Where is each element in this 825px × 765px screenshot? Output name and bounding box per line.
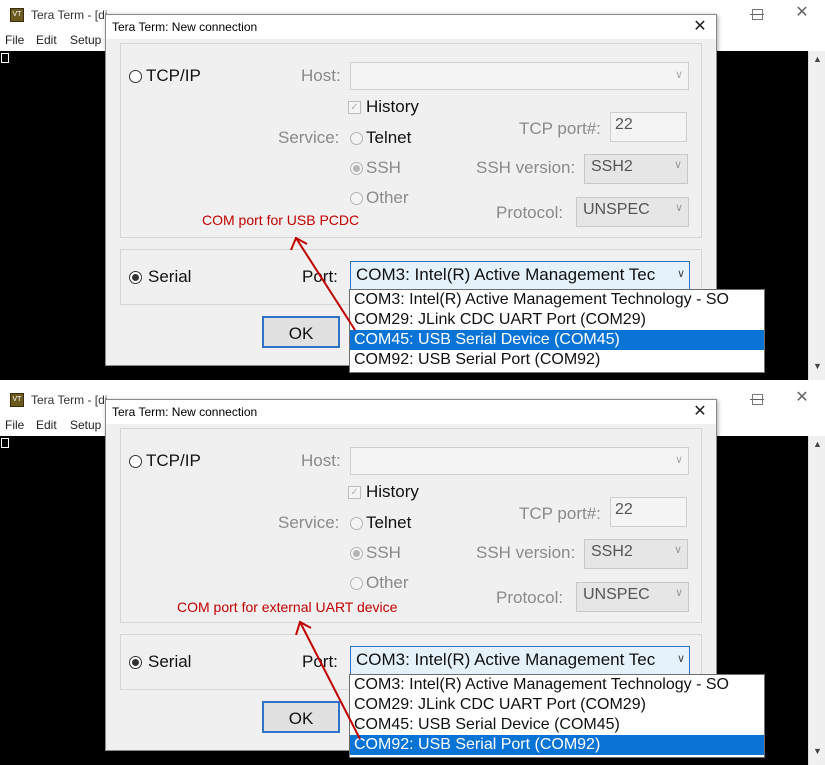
- terminal-scrollbar[interactable]: ▲ ▼: [808, 436, 825, 765]
- terminal-scrollbar[interactable]: ▲ ▼: [808, 51, 825, 380]
- ssh-version-label: SSH version:: [476, 158, 576, 177]
- host-label: Host:: [301, 451, 341, 470]
- port-select[interactable]: COM3: Intel(R) Active Management Tec ∨: [350, 261, 690, 290]
- bg-window-title: Tera Term - [di: [31, 393, 108, 407]
- ssh-radio[interactable]: [350, 547, 363, 560]
- dialog-titlebar: Tera Term: New connection ✕: [106, 15, 716, 39]
- ssh-version-select[interactable]: SSH2 ∨: [584, 154, 688, 184]
- close-icon[interactable]: ✕: [792, 387, 812, 409]
- annotation-label: COM port for USB PCDC: [202, 212, 360, 228]
- port-option[interactable]: COM3: Intel(R) Active Management Technol…: [350, 290, 764, 310]
- host-label: Host:: [301, 66, 341, 85]
- chevron-down-icon: ∨: [674, 587, 683, 599]
- chevron-down-icon: ∨: [674, 267, 685, 280]
- telnet-radio[interactable]: [350, 517, 363, 530]
- close-icon[interactable]: ✕: [792, 2, 812, 24]
- maximize-icon[interactable]: [752, 9, 763, 20]
- ssh-version-label: SSH version:: [476, 543, 576, 562]
- tcpip-label: TCP/IP: [146, 451, 201, 470]
- history-checkbox[interactable]: ✓: [348, 101, 361, 114]
- ssh-label: SSH: [366, 543, 401, 562]
- history-checkbox[interactable]: ✓: [348, 486, 361, 499]
- chevron-down-icon: ∨: [673, 544, 682, 556]
- service-label: Service:: [278, 513, 340, 532]
- chevron-down-icon: ∨: [674, 202, 683, 214]
- port-label: Port:: [302, 267, 338, 286]
- port-option[interactable]: COM29: JLink CDC UART Port (COM29): [350, 695, 764, 715]
- protocol-select[interactable]: UNSPEC ∨: [576, 582, 689, 612]
- terminal-cursor: [1, 438, 9, 448]
- port-option[interactable]: COM29: JLink CDC UART Port (COM29): [350, 310, 764, 330]
- menu-file[interactable]: File: [5, 418, 24, 432]
- panel-top: VT Tera Term - [di — ✕ File Edit Setup ▲…: [0, 0, 825, 380]
- host-combo[interactable]: ∨: [350, 62, 689, 90]
- protocol-select[interactable]: UNSPEC ∨: [576, 197, 689, 227]
- port-option[interactable]: COM92: USB Serial Port (COM92): [350, 350, 764, 370]
- port-select[interactable]: COM3: Intel(R) Active Management Tec ∨: [350, 646, 690, 675]
- ok-button[interactable]: OK: [262, 701, 340, 733]
- tcpip-radio[interactable]: [129, 70, 142, 83]
- tcpip-label: TCP/IP: [146, 66, 201, 85]
- chevron-down-icon: ∨: [674, 652, 685, 665]
- tcp-port-field[interactable]: 22: [610, 497, 687, 527]
- telnet-label: Telnet: [366, 128, 412, 147]
- menu-setup[interactable]: Setup: [70, 418, 101, 432]
- dialog-titlebar: Tera Term: New connection ✕: [106, 400, 716, 424]
- serial-label: Serial: [148, 652, 192, 671]
- tcp-port-label: TCP port#:: [519, 504, 601, 523]
- service-label: Service:: [278, 128, 340, 147]
- ok-button[interactable]: OK: [262, 316, 340, 348]
- other-label: Other: [366, 188, 409, 207]
- history-label: History: [366, 482, 419, 501]
- menu-file[interactable]: File: [5, 33, 24, 47]
- panel-bottom: VT Tera Term - [di — ✕ File Edit Setup ▲…: [0, 385, 825, 765]
- scroll-down-icon[interactable]: ▼: [809, 358, 825, 374]
- menu-edit[interactable]: Edit: [36, 33, 57, 47]
- port-option-highlighted[interactable]: COM92: USB Serial Port (COM92): [350, 735, 764, 755]
- other-radio[interactable]: [350, 577, 363, 590]
- maximize-icon[interactable]: [752, 394, 763, 405]
- port-option[interactable]: COM3: Intel(R) Active Management Technol…: [350, 675, 764, 695]
- chevron-down-icon: ∨: [674, 454, 683, 466]
- tcp-port-label: TCP port#:: [519, 119, 601, 138]
- port-dropdown-list: COM3: Intel(R) Active Management Technol…: [349, 289, 765, 373]
- protocol-label: Protocol:: [496, 588, 564, 607]
- port-option-highlighted[interactable]: COM45: USB Serial Device (COM45): [350, 330, 764, 350]
- serial-radio[interactable]: [129, 656, 142, 669]
- teraterm-logo-icon: VT: [10, 8, 24, 22]
- annotation-label: COM port for external UART device: [177, 599, 398, 615]
- menu-edit[interactable]: Edit: [36, 418, 57, 432]
- ssh-radio[interactable]: [350, 162, 363, 175]
- tcpip-radio[interactable]: [129, 455, 142, 468]
- port-option[interactable]: COM45: USB Serial Device (COM45): [350, 715, 764, 735]
- history-label: History: [366, 97, 419, 116]
- terminal-cursor: [1, 53, 9, 63]
- telnet-label: Telnet: [366, 513, 412, 532]
- dialog-title: Tera Term: New connection: [112, 20, 258, 34]
- host-combo[interactable]: ∨: [350, 447, 689, 475]
- telnet-radio[interactable]: [350, 132, 363, 145]
- protocol-label: Protocol:: [496, 203, 564, 222]
- menu-setup[interactable]: Setup: [70, 33, 101, 47]
- dialog-close-icon[interactable]: ✕: [688, 401, 712, 423]
- chevron-down-icon: ∨: [673, 159, 682, 171]
- tcp-port-field[interactable]: 22: [610, 112, 687, 142]
- dialog-close-icon[interactable]: ✕: [688, 16, 712, 38]
- scroll-up-icon[interactable]: ▲: [809, 51, 825, 67]
- chevron-down-icon: ∨: [674, 69, 683, 81]
- serial-label: Serial: [148, 267, 192, 286]
- serial-radio[interactable]: [129, 271, 142, 284]
- scroll-up-icon[interactable]: ▲: [809, 436, 825, 452]
- bg-window-title: Tera Term - [di: [31, 8, 108, 22]
- port-dropdown-list: COM3: Intel(R) Active Management Technol…: [349, 674, 765, 758]
- ssh-label: SSH: [366, 158, 401, 177]
- port-label: Port:: [302, 652, 338, 671]
- scroll-down-icon[interactable]: ▼: [809, 743, 825, 759]
- other-label: Other: [366, 573, 409, 592]
- ssh-version-select[interactable]: SSH2 ∨: [584, 539, 688, 569]
- dialog-title: Tera Term: New connection: [112, 405, 258, 419]
- other-radio[interactable]: [350, 192, 363, 205]
- teraterm-logo-icon: VT: [10, 393, 24, 407]
